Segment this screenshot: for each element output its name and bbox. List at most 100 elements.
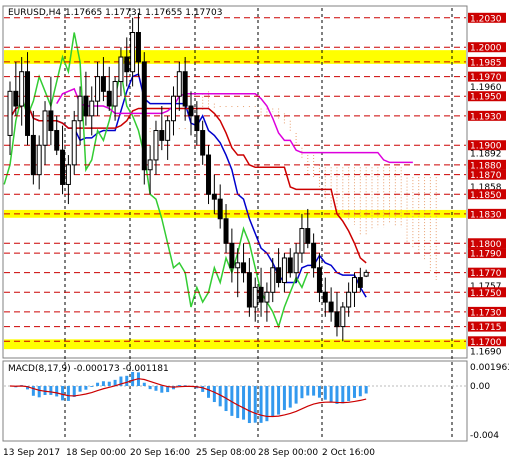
candle-body [293,252,299,274]
price-label-text: 1.1870 [470,171,502,181]
price-label-text: 1.1892 [470,150,502,160]
candle-body [305,228,311,244]
macd-bar [142,382,146,386]
price-level-label: 1.1790 [468,248,506,260]
candle-body [135,32,141,63]
macd-bar [131,371,135,386]
macd-bar [96,382,100,386]
candle-body [159,130,165,141]
macd-bar [253,386,257,423]
candle-body [346,291,352,308]
candle-body [95,76,101,102]
candle-body [182,71,188,107]
macd-bar [358,386,362,397]
candle-body [316,267,322,293]
candle-body [100,76,106,92]
price-label-text: 1.1850 [470,191,502,201]
candle-body [252,286,258,308]
price-level-label: 1.1892 [470,150,502,160]
candle-body [153,130,159,161]
candle-body [200,130,206,156]
macd-bar [90,386,94,387]
candle-body [170,95,176,122]
price-label-text: 1.1730 [470,308,502,318]
macd-bar [247,386,251,424]
candle-body [276,267,282,283]
price-level-label: 1.1830 [468,208,506,220]
macd-bar [242,386,246,420]
price-level-label: 1.2030 [468,12,506,24]
price-label-text: 1.1930 [470,112,502,122]
candle-body [30,134,36,176]
macd-bar [294,386,298,404]
time-axis-label: 28 Sep 00:00 [258,448,318,458]
macd-bar [259,386,263,423]
price-label-text: 1.2000 [470,44,502,54]
candle-body [217,198,223,220]
candle-body [363,271,369,277]
macd-bar [37,386,41,398]
candle-body [287,257,293,274]
price-label-text: 1.1750 [470,289,502,299]
candle [71,110,77,175]
macd-axis-label: 0.00 [470,382,490,392]
time-axis-label: 25 Sep 08:00 [196,448,256,458]
macd-bar [352,386,356,398]
macd-bar [364,386,368,394]
chart-window[interactable]: 1.2030 1.2000 1.1985 1.1970 1.1960 1.1950 1.19… [0,0,509,465]
price-label-text: 1.1950 [470,93,502,103]
candle-body [60,149,66,185]
price-level-label: 1.1770 [468,267,506,279]
macd-bar [31,386,35,396]
macd-bar [207,386,211,398]
macd-bar [61,386,65,401]
candle-body [89,100,95,117]
candle-body [211,193,217,200]
candle-body [334,311,340,328]
candle-body [48,110,54,132]
candle-body [130,32,136,73]
chart-header-symbol: EURUSD,H4 [8,8,61,18]
candle-body [147,159,153,171]
price-label-text: 1.2030 [470,14,502,24]
candle-body [54,130,60,151]
macd-bar [201,386,205,392]
price-label-text: 1.1970 [470,73,502,83]
candle-body [7,90,13,136]
macd-bar [300,386,304,399]
price-chart[interactable]: 1.20301.20001.19851.19701.19601.19501.19… [0,0,509,465]
candle-body [176,71,182,97]
macd-bar [160,386,164,393]
price-level-label: 1.1800 [468,238,506,250]
candle-body [357,277,363,288]
price-level-label: 1.1690 [470,348,502,358]
candle-body [340,306,346,328]
candle-body [206,154,212,195]
macd-bar [177,385,181,386]
macd-bar [55,386,59,397]
macd-bar [101,381,105,386]
macd-bar [306,386,310,396]
candle-body [264,291,270,303]
candle-body [13,90,19,107]
price-level-label: 1.1730 [468,306,506,318]
candle-body [65,164,71,185]
macd-bar [66,386,70,401]
macd-bar [125,375,129,386]
time-axis-label: 13 Sep 2017 [3,448,60,458]
candle-body [258,286,264,303]
price-level-label: 1.1850 [468,189,506,201]
price-label-text: 1.1830 [470,210,502,220]
candle-body [118,56,124,83]
candle-body [112,81,118,107]
price-level-label: 1.1870 [468,169,506,181]
candle-body [25,71,31,136]
candle-body [299,228,305,254]
macd-bar [323,386,327,400]
time-axis-label: 2 Oct 16:00 [322,448,375,458]
price-level-label: 1.1700 [468,336,506,348]
candle-body [19,71,25,107]
candle-body [124,56,130,73]
candle-body [351,277,357,293]
macd-axis-label: -0.004 [470,431,499,441]
